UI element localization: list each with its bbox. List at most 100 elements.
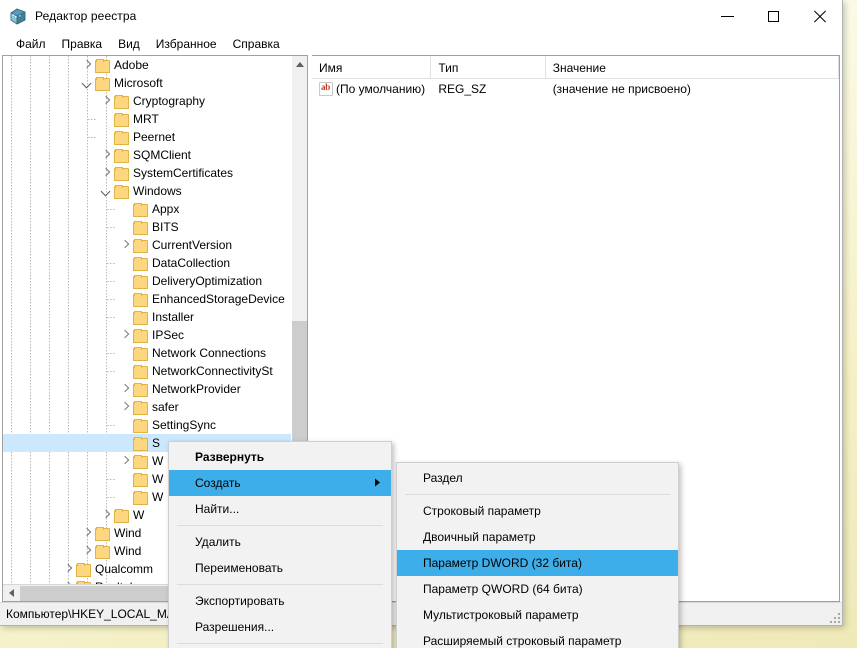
menu-favorites[interactable]: Избранное bbox=[148, 34, 225, 54]
chevron-right-icon[interactable] bbox=[98, 92, 114, 110]
chevron-right-icon[interactable] bbox=[98, 146, 114, 164]
tree-item-cryptography[interactable]: Cryptography bbox=[3, 92, 291, 110]
chevron-right-icon[interactable] bbox=[79, 524, 95, 542]
minimize-icon bbox=[720, 15, 734, 17]
folder-icon bbox=[133, 418, 148, 433]
chevron-right-icon[interactable] bbox=[98, 506, 114, 524]
context-menu-item-4[interactable]: Переименовать bbox=[169, 555, 391, 581]
tree-item-label: Windows bbox=[133, 184, 182, 198]
tree-item-label: Microsoft bbox=[114, 76, 163, 90]
folder-icon bbox=[133, 346, 148, 361]
context-menu-item-label: Найти... bbox=[195, 502, 240, 516]
submenu-item-label: Параметр QWORD (64 бита) bbox=[423, 582, 583, 596]
chevron-right-icon[interactable] bbox=[117, 380, 133, 398]
submenu-item-6[interactable]: Расширяемый строковый параметр bbox=[397, 628, 678, 648]
chevron-left-icon bbox=[9, 589, 14, 597]
column-header-name[interactable]: Имя bbox=[312, 56, 432, 79]
tree-item-currentversion[interactable]: CurrentVersion bbox=[3, 236, 291, 254]
submenu-item-3[interactable]: Параметр DWORD (32 бита) bbox=[397, 550, 678, 576]
tree-item-microsoft[interactable]: Microsoft bbox=[3, 74, 291, 92]
scroll-up-button[interactable] bbox=[292, 56, 307, 73]
tree-item-networkprovider[interactable]: NetworkProvider bbox=[3, 380, 291, 398]
context-menu-item-0[interactable]: Развернуть bbox=[169, 444, 391, 470]
tree-item-label: SQMClient bbox=[133, 148, 192, 162]
resize-grip[interactable] bbox=[828, 611, 840, 623]
tree-item-label: W bbox=[152, 490, 164, 504]
chevron-right-icon[interactable] bbox=[117, 452, 133, 470]
folder-icon bbox=[114, 148, 129, 163]
menu-help[interactable]: Справка bbox=[225, 34, 288, 54]
close-icon bbox=[813, 10, 826, 23]
tree-item-networkconnectivityst[interactable]: NetworkConnectivitySt bbox=[3, 362, 291, 380]
submenu-item-1[interactable]: Строковый параметр bbox=[397, 498, 678, 524]
maximize-icon bbox=[767, 10, 779, 22]
chevron-right-icon[interactable] bbox=[98, 164, 114, 182]
title-bar[interactable]: Редактор реестра bbox=[0, 0, 842, 32]
folder-icon bbox=[133, 292, 148, 307]
tree-item-safer[interactable]: safer bbox=[3, 398, 291, 416]
window-controls bbox=[704, 0, 842, 32]
chevron-right-icon[interactable] bbox=[79, 56, 95, 74]
tree-item-label: W bbox=[133, 508, 145, 522]
chevron-right-icon[interactable] bbox=[117, 398, 133, 416]
vertical-scroll-thumb[interactable] bbox=[292, 321, 307, 451]
chevron-right-icon[interactable] bbox=[60, 560, 76, 578]
tree-item-label: safer bbox=[152, 400, 179, 414]
context-menu-item-3[interactable]: Удалить bbox=[169, 529, 391, 555]
tree-item-label: DeliveryOptimization bbox=[152, 274, 263, 288]
folder-icon bbox=[133, 454, 148, 469]
chevron-right-icon[interactable] bbox=[79, 542, 95, 560]
tree-item-windows[interactable]: Windows bbox=[3, 182, 291, 200]
submenu-item-5[interactable]: Мультистроковый параметр bbox=[397, 602, 678, 628]
chevron-down-icon[interactable] bbox=[98, 182, 114, 200]
tree-item-network-connections[interactable]: Network Connections bbox=[3, 344, 291, 362]
context-menu-item-label: Создать bbox=[195, 476, 241, 490]
menu-edit[interactable]: Правка bbox=[54, 34, 111, 54]
submenu-item-label: Расширяемый строковый параметр bbox=[423, 634, 622, 648]
window-title: Редактор реестра bbox=[35, 9, 137, 23]
column-header-value[interactable]: Значение bbox=[546, 56, 839, 79]
minimize-button[interactable] bbox=[704, 0, 750, 32]
column-header-type[interactable]: Тип bbox=[431, 56, 546, 79]
folder-icon bbox=[114, 130, 129, 145]
close-button[interactable] bbox=[796, 0, 842, 32]
tree-item-enhancedstoragedevice[interactable]: EnhancedStorageDevice bbox=[3, 290, 291, 308]
tree-item-label: CurrentVersion bbox=[152, 238, 233, 252]
tree-item-peernet[interactable]: Peernet bbox=[3, 128, 291, 146]
chevron-right-icon[interactable] bbox=[117, 326, 133, 344]
tree-item-adobe[interactable]: Adobe bbox=[3, 56, 291, 74]
scroll-left-button[interactable] bbox=[3, 585, 20, 602]
menu-separator bbox=[405, 494, 670, 495]
tree-item-systemcertificates[interactable]: SystemCertificates bbox=[3, 164, 291, 182]
context-menu-item-2[interactable]: Найти... bbox=[169, 496, 391, 522]
table-row[interactable]: ab (По умолчанию) REG_SZ (значение не пр… bbox=[312, 79, 839, 99]
menu-file[interactable]: Файл bbox=[8, 34, 54, 54]
tree-item-sqmclient[interactable]: SQMClient bbox=[3, 146, 291, 164]
folder-icon bbox=[95, 58, 110, 73]
tree-item-bits[interactable]: BITS bbox=[3, 218, 291, 236]
submenu-item-0[interactable]: Раздел bbox=[397, 465, 678, 491]
chevron-right-icon[interactable] bbox=[117, 236, 133, 254]
tree-item-label: Peernet bbox=[133, 130, 176, 144]
tree-item-settingsync[interactable]: SettingSync bbox=[3, 416, 291, 434]
context-menu-item-1[interactable]: Создать bbox=[169, 470, 391, 496]
tree-item-label: DataCollection bbox=[152, 256, 231, 270]
menu-view[interactable]: Вид bbox=[110, 34, 148, 54]
chevron-down-icon[interactable] bbox=[79, 74, 95, 92]
submenu-item-4[interactable]: Параметр QWORD (64 бита) bbox=[397, 576, 678, 602]
context-menu-item-5[interactable]: Экспортировать bbox=[169, 588, 391, 614]
tree-item-label: NetworkProvider bbox=[152, 382, 241, 396]
context-menu-item-label: Переименовать bbox=[195, 561, 283, 575]
context-menu-item-label: Экспортировать bbox=[195, 594, 285, 608]
tree-item-appx[interactable]: Appx bbox=[3, 200, 291, 218]
context-menu-item-6[interactable]: Разрешения... bbox=[169, 614, 391, 640]
tree-item-deliveryoptimization[interactable]: DeliveryOptimization bbox=[3, 272, 291, 290]
submenu-item-2[interactable]: Двоичный параметр bbox=[397, 524, 678, 550]
maximize-button[interactable] bbox=[750, 0, 796, 32]
tree-item-installer[interactable]: Installer bbox=[3, 308, 291, 326]
tree-item-ipsec[interactable]: IPSec bbox=[3, 326, 291, 344]
tree-item-datacollection[interactable]: DataCollection bbox=[3, 254, 291, 272]
tree-item-mrt[interactable]: MRT bbox=[3, 110, 291, 128]
